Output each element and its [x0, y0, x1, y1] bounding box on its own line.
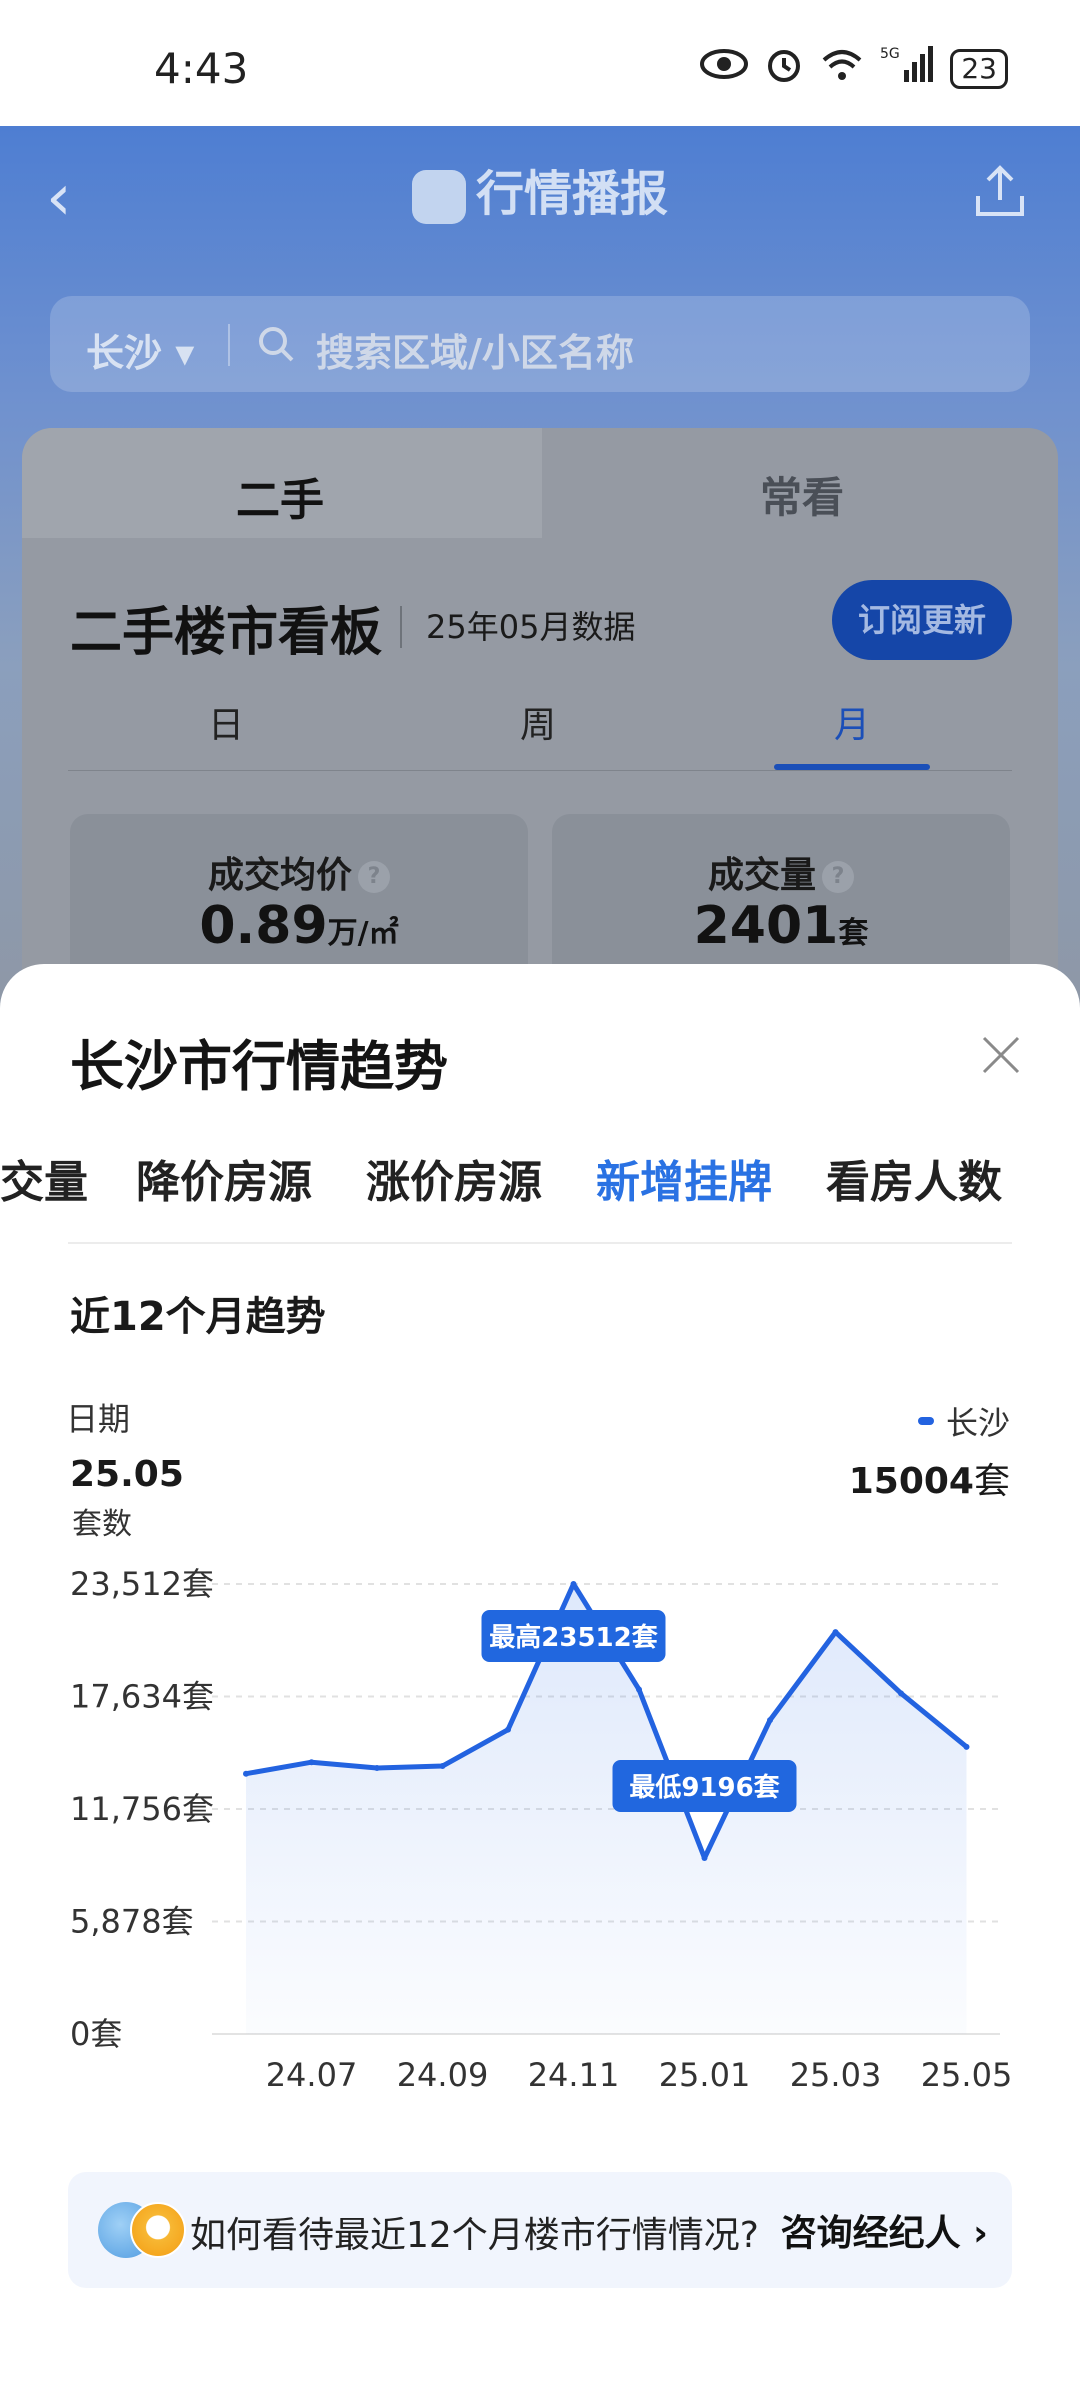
- data-point: [898, 1690, 904, 1697]
- tab-volume[interactable]: 交量: [0, 1146, 88, 1210]
- trend-sheet: 长沙市行情趋势 交量 降价房源 涨价房源 新增挂牌 看房人数 近12个月趋势 日…: [0, 964, 1080, 2400]
- y-axis-label: 套数: [72, 1507, 132, 1542]
- date-value: 25.05: [70, 1454, 184, 1495]
- signal-icon: 5G: [880, 44, 934, 93]
- y-tick-label: 17,634套: [70, 1678, 214, 1716]
- svg-text:最低9196套: 最低9196套: [629, 1773, 780, 1803]
- data-point: [243, 1770, 249, 1777]
- y-tick-label: 23,512套: [70, 1565, 214, 1603]
- x-tick-label: 24.07: [266, 2056, 358, 2094]
- data-point: [701, 1854, 708, 1861]
- period-month[interactable]: 月: [834, 696, 870, 748]
- subscribe-button[interactable]: 订阅更新: [832, 580, 1012, 660]
- data-point: [439, 1763, 446, 1770]
- data-point: [570, 1581, 577, 1587]
- consult-agent-link[interactable]: 咨询经纪人 ›: [781, 2204, 988, 2256]
- legend-swatch: [917, 1417, 934, 1425]
- y-tick-label: 5,878套: [70, 1903, 194, 1941]
- city-selector[interactable]: 长沙 ▾: [86, 322, 194, 377]
- max-annotation: 最高23512套: [481, 1610, 666, 1662]
- period-week[interactable]: 周: [520, 696, 556, 748]
- search-input[interactable]: 搜索区域/小区名称: [316, 322, 634, 377]
- help-icon: ?: [822, 861, 854, 893]
- data-point: [767, 1717, 773, 1724]
- share-icon[interactable]: [970, 162, 1030, 222]
- data-point: [963, 1743, 970, 1750]
- trend-title: 近12个月趋势: [70, 1294, 326, 1340]
- period-day[interactable]: 日: [208, 696, 244, 748]
- tab-viewers[interactable]: 看房人数: [826, 1146, 1002, 1210]
- consult-question: 如何看待最近12个月楼市行情情况?: [190, 2215, 759, 2256]
- tab-new-listings[interactable]: 新增挂牌: [596, 1146, 772, 1210]
- svg-text:最高23512套: 最高23512套: [489, 1622, 658, 1653]
- search-icon: [259, 327, 294, 362]
- status-time: 4:43: [154, 44, 249, 93]
- board-title: 二手楼市看板: [70, 603, 383, 663]
- battery-icon: 23: [950, 48, 1008, 89]
- alarm-icon: [764, 44, 804, 93]
- tab-price-rise[interactable]: 涨价房源: [366, 1146, 542, 1210]
- sheet-title: 长沙市行情趋势: [70, 1035, 448, 1098]
- y-tick-label: 11,756套: [70, 1790, 214, 1828]
- data-point: [308, 1759, 315, 1766]
- eye-icon: [700, 48, 749, 89]
- network-label: 5G: [880, 46, 900, 62]
- min-annotation: 最低9196套: [612, 1759, 797, 1812]
- date-label: 日期: [66, 1400, 131, 1438]
- legend-label: 长沙: [945, 1404, 1010, 1442]
- x-tick-label: 25.01: [659, 2056, 751, 2094]
- legend-value: 15004套: [848, 1461, 1010, 1502]
- x-tick-label: 25.03: [790, 2056, 882, 2094]
- status-bar: 4:43 5G 23: [0, 0, 1080, 126]
- data-point: [832, 1629, 839, 1636]
- trend-chart[interactable]: 套数 0套 5,878套 11,756套 17,634套 23,512套 24.07 24.0…: [0, 1504, 1080, 2124]
- x-tick-label: 24.11: [528, 2056, 620, 2094]
- brand-logo-icon: [411, 170, 466, 224]
- tab-price-drop[interactable]: 降价房源: [136, 1146, 312, 1210]
- page-title: 行情播报: [475, 166, 668, 222]
- board-date: 25年05月数据: [426, 608, 636, 646]
- x-tick-label: 25.05: [921, 2056, 1013, 2094]
- close-icon[interactable]: [976, 1030, 1026, 1080]
- tab-frequent[interactable]: 常看: [760, 464, 844, 525]
- tab-second-hand[interactable]: 二手: [236, 464, 324, 528]
- data-point: [505, 1726, 511, 1733]
- search-bar[interactable]: 长沙 ▾ 搜索区域/小区名称: [50, 296, 1030, 392]
- data-point: [374, 1764, 380, 1771]
- consult-banner[interactable]: 如何看待最近12个月楼市行情情况? 咨询经纪人 ›: [68, 2172, 1012, 2288]
- mascot-avatar: [130, 2202, 186, 2258]
- help-icon: ?: [358, 861, 390, 893]
- status-icons: 5G 23: [700, 44, 1008, 93]
- x-tick-label: 24.09: [397, 2056, 489, 2094]
- background-page: ‹ 行情播报 长沙 ▾ 搜索区域/小区名称 二手 常看 二手楼市看板 25年05…: [0, 126, 1080, 1128]
- data-point: [636, 1686, 642, 1693]
- chart-legend: 长沙: [917, 1398, 1010, 1444]
- wifi-icon: [820, 46, 864, 91]
- y-tick-label: 0套: [70, 2015, 122, 2053]
